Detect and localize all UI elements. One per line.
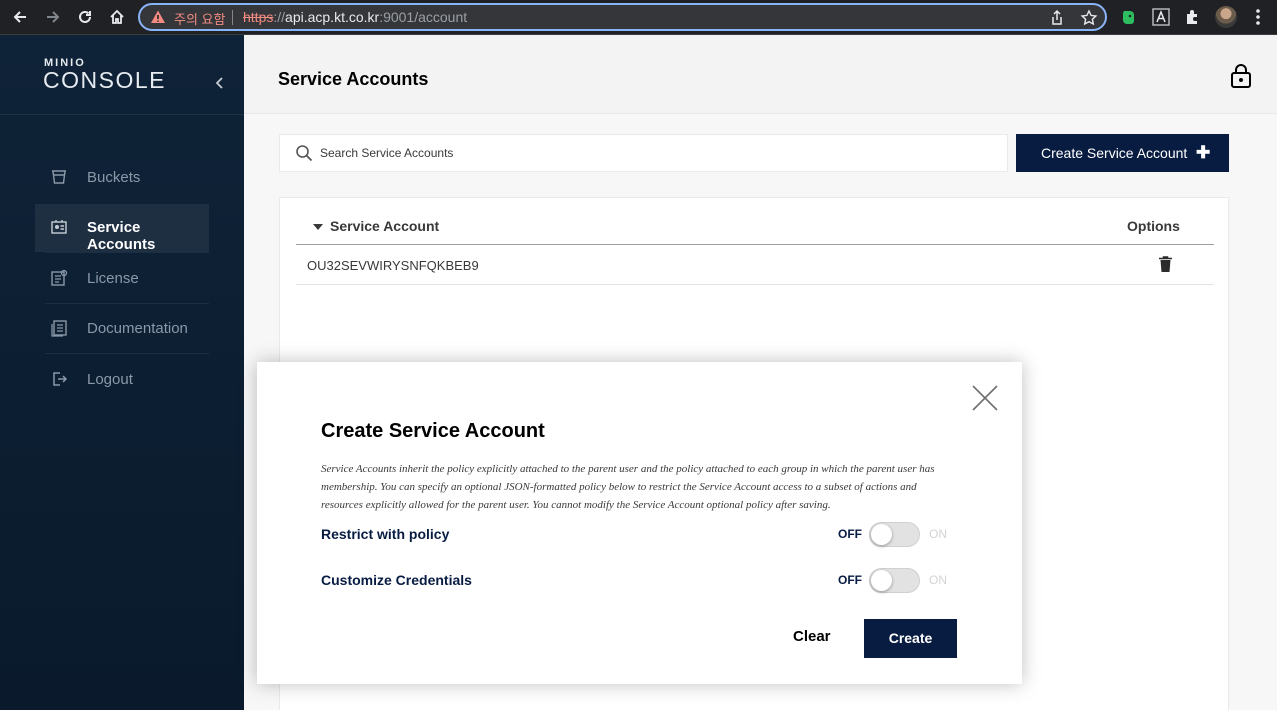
bucket-icon (52, 170, 66, 184)
address-bar[interactable]: 주의 요함 https://api.acp.kt.co.kr:9001/acco… (138, 3, 1107, 31)
divider (232, 10, 233, 25)
page-title: Service Accounts (278, 69, 429, 89)
sidebar-item-buckets[interactable]: Buckets (35, 154, 209, 202)
sidebar-item-license[interactable]: License (35, 255, 209, 303)
customize-credentials-label: Customize Credentials (321, 572, 472, 588)
home-icon[interactable] (106, 6, 128, 28)
forward-icon[interactable] (42, 6, 64, 28)
back-icon[interactable] (9, 6, 31, 28)
sidebar-item-label: License (87, 270, 139, 287)
clear-button[interactable]: Clear (793, 628, 831, 645)
sidebar: MINIO CONSOLE Buckets Service Accounts L… (0, 35, 244, 710)
restrict-policy-label: Restrict with policy (321, 526, 450, 542)
nav-divider (45, 252, 209, 253)
sidebar-item-label: Logout (87, 371, 133, 388)
sidebar-item-label: Service Accounts (87, 219, 156, 253)
page-header: Service Accounts (244, 35, 1277, 114)
toggle-off-label: OFF (838, 573, 862, 587)
logout-icon (53, 372, 68, 386)
documentation-icon (51, 320, 67, 337)
modal-title: Create Service Account (321, 420, 545, 442)
browser-toolbar: 주의 요함 https://api.acp.kt.co.kr:9001/acco… (0, 0, 1277, 35)
service-accounts-icon (51, 220, 67, 234)
restrict-policy-toggle[interactable] (869, 522, 920, 547)
toggle-on-label: ON (929, 573, 947, 587)
sidebar-item-service-accounts[interactable]: Service Accounts (35, 204, 209, 253)
logo-console: CONSOLE (43, 67, 166, 93)
security-warning: 주의 요함 (174, 12, 226, 27)
url-text: https://api.acp.kt.co.kr:9001/account (243, 9, 468, 25)
extensions-puzzle-icon[interactable] (1183, 7, 1203, 27)
toggle-off-label: OFF (838, 527, 862, 541)
toggle-knob (871, 524, 892, 545)
warning-icon (151, 10, 165, 23)
nav-divider (45, 303, 209, 304)
toggle-on-label: ON (929, 527, 947, 541)
collapse-sidebar-icon[interactable] (212, 75, 228, 91)
bookmark-star-icon[interactable] (1080, 9, 1098, 27)
sidebar-divider (0, 114, 244, 115)
profile-avatar[interactable] (1215, 6, 1237, 28)
reload-icon[interactable] (74, 6, 96, 28)
license-icon (51, 269, 68, 286)
share-icon[interactable] (1048, 9, 1066, 27)
browser-menu-icon[interactable] (1248, 7, 1268, 27)
evernote-extension-icon[interactable] (1119, 7, 1139, 27)
create-service-account-modal: Create Service Account Service Accounts … (257, 362, 1022, 684)
sidebar-item-documentation[interactable]: Documentation (35, 305, 209, 353)
sidebar-item-label: Documentation (87, 320, 188, 337)
translate-extension-icon[interactable] (1151, 7, 1171, 27)
sidebar-item-logout[interactable]: Logout (35, 356, 209, 404)
modal-description: Service Accounts inherit the policy expl… (321, 463, 935, 511)
create-button[interactable]: Create (864, 619, 957, 658)
close-icon[interactable] (971, 384, 999, 412)
lock-icon[interactable] (1229, 63, 1253, 89)
sidebar-item-label: Buckets (87, 169, 141, 186)
customize-credentials-toggle[interactable] (869, 568, 920, 593)
nav-divider (45, 353, 209, 354)
toggle-knob (871, 570, 892, 591)
